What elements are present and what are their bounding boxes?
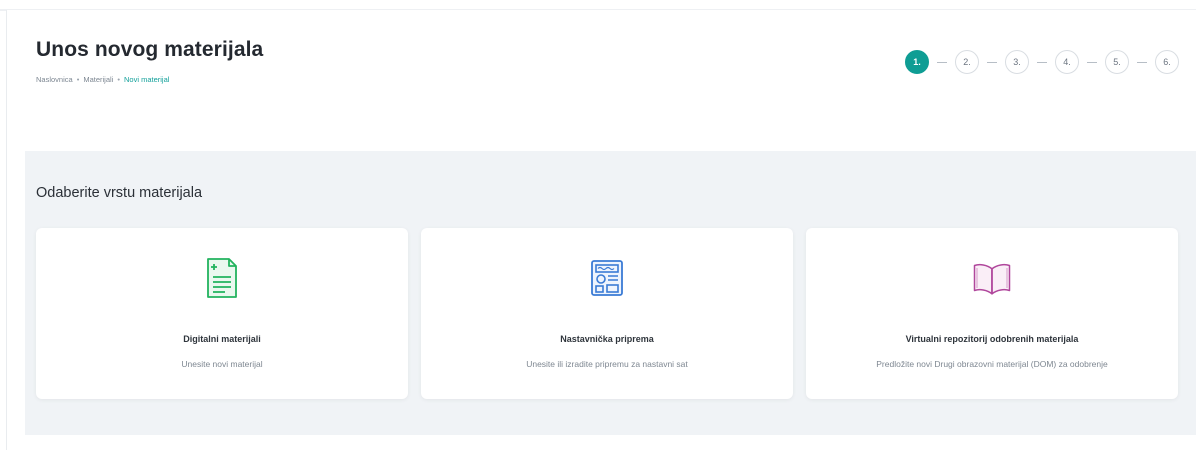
top-rule	[0, 0, 1196, 11]
breadcrumb-item-materials[interactable]: Materijali	[83, 75, 113, 84]
card-title: Virtualni repozitorij odobrenih materija…	[905, 334, 1079, 344]
card-virtual-repository[interactable]: Virtualni repozitorij odobrenih materija…	[806, 228, 1178, 399]
step-3[interactable]: 3.	[1005, 50, 1029, 74]
step-connector	[1037, 61, 1047, 63]
card-subtitle: Unesite ili izradite pripremu za nastavn…	[526, 359, 688, 369]
card-title: Nastavnička priprema	[560, 334, 654, 344]
card-teacher-preparation[interactable]: Nastavnička priprema Unesite ili izradit…	[421, 228, 793, 399]
page-header: Unos novog materijala Naslovnica • Mater…	[7, 10, 1196, 151]
step-connector	[937, 61, 947, 63]
card-subtitle: Predložite novi Drugi obrazovni materija…	[876, 359, 1108, 369]
card-title: Digitalni materijali	[183, 334, 261, 344]
step-connector	[987, 61, 997, 63]
section-title: Odaberite vrstu materijala	[36, 185, 203, 201]
step-1[interactable]: 1.	[905, 50, 929, 74]
step-connector	[1137, 61, 1147, 63]
card-digital-materials[interactable]: Digitalni materijali Unesite novi materi…	[36, 228, 408, 399]
page-title: Unos novog materijala	[36, 38, 264, 61]
breadcrumb-item-current: Novi materijal	[123, 75, 170, 84]
card-subtitle: Unesite novi materijal	[181, 359, 263, 369]
page: Unos novog materijala Naslovnica • Mater…	[6, 10, 1196, 450]
wizard-stepper: 1. 2. 3. 4. 5. 6.	[905, 50, 1179, 74]
breadcrumb-separator: •	[117, 75, 120, 84]
breadcrumb-item-home[interactable]: Naslovnica	[36, 75, 73, 84]
newspaper-icon	[587, 255, 627, 301]
material-type-section: Odaberite vrstu materijala Digitalni mat…	[25, 151, 1196, 435]
step-5[interactable]: 5.	[1105, 50, 1129, 74]
open-book-icon	[972, 255, 1012, 301]
breadcrumb: Naslovnica • Materijali • Novi materijal	[36, 75, 169, 84]
step-6[interactable]: 6.	[1155, 50, 1179, 74]
breadcrumb-separator: •	[76, 75, 80, 84]
step-4[interactable]: 4.	[1055, 50, 1079, 74]
step-2[interactable]: 2.	[955, 50, 979, 74]
document-plus-icon	[202, 255, 242, 301]
step-connector	[1087, 61, 1097, 63]
